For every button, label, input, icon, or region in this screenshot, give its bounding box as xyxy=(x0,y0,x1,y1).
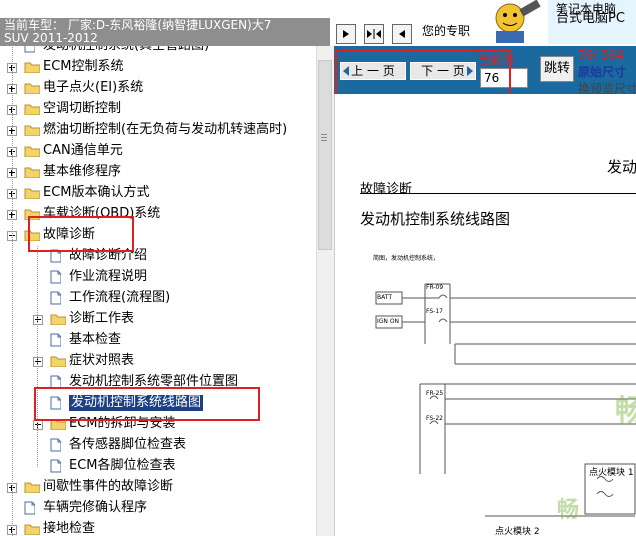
folder-icon xyxy=(24,83,40,94)
document-page: 发动 故障诊断 发动机控制系统线路图 简图，发动机控制系统， BATT IGN … xyxy=(334,94,636,536)
first-page-button[interactable] xyxy=(336,24,356,44)
doc-section-title: 故障诊断 xyxy=(360,182,413,197)
doc-icon xyxy=(50,459,61,473)
tree-item-label: 车辆完修确认程序 xyxy=(43,500,148,515)
tree-item[interactable]: ECM各脚位检查表 xyxy=(0,456,316,477)
folder-icon xyxy=(24,62,40,73)
tree-item[interactable]: 症状对照表 xyxy=(0,351,316,372)
label-fs17: FS-17 xyxy=(426,308,443,315)
mascot-icon xyxy=(495,0,541,43)
tree-item-label: ECM各脚位检查表 xyxy=(69,458,176,473)
tree-panel: 发动机控制系统(真空管路图)ECM控制系统电子点火(EI)系统空调切断控制燃油切… xyxy=(0,0,316,536)
tree-item[interactable]: 间歇性事件的故障诊断 xyxy=(0,477,316,498)
doc-rule xyxy=(360,193,636,194)
tree-item[interactable]: 诊断工作表 xyxy=(0,309,316,330)
folder-icon xyxy=(50,356,66,367)
tree-item-label: 诊断工作表 xyxy=(69,311,135,326)
play-left-icon xyxy=(399,30,405,38)
document-viewer: 您的专职 笔记本电脑 台式电脑PC 上 一 页 下 一 页 当前为 76 跳转 … xyxy=(334,0,636,536)
title-line-2: SUV 2011-2012 xyxy=(4,31,98,45)
tree-item-label: 基本维修程序 xyxy=(43,164,122,179)
tree-item-label: ECM控制系统 xyxy=(43,59,124,74)
watermark-1: 畅 xyxy=(615,394,636,429)
label-ign-on: IGN ON xyxy=(377,318,400,325)
highlight-box-fault-diagnosis xyxy=(28,216,134,252)
wiring-diagram xyxy=(375,283,636,517)
title-bar: 当前车型： 厂家:D-东风裕隆(纳智捷LUXGEN)大7 SUV 2011-20… xyxy=(0,18,330,46)
tree-guide-line xyxy=(12,36,13,536)
label-batt: BATT xyxy=(377,294,392,301)
tree-item-label: CAN通信单元 xyxy=(43,143,123,158)
tree-item[interactable]: 基本维修程序 xyxy=(0,162,316,183)
doc-icon xyxy=(24,501,35,515)
folder-icon xyxy=(24,104,40,115)
tree-item[interactable]: 作业流程说明 xyxy=(0,267,316,288)
play-right-icon xyxy=(343,30,349,38)
tree-item-label: 接地检查 xyxy=(43,521,96,536)
page-count-suffix: 当 xyxy=(627,48,636,62)
tree-item[interactable]: 工作流程(流程图) xyxy=(0,288,316,309)
tree-item[interactable]: 车辆完修确认程序 xyxy=(0,498,316,519)
tree-scrollbar[interactable] xyxy=(316,46,334,536)
watermark-2: 畅 xyxy=(557,498,580,523)
viewer-toolbar: 您的专职 笔记本电脑 台式电脑PC xyxy=(334,0,636,46)
tree-item-label: 空调切断控制 xyxy=(43,101,122,116)
label-ignition-module-1: 点火模块 1 xyxy=(589,468,634,478)
tree-item[interactable]: 空调切断控制 xyxy=(0,99,316,120)
label-fr25: FR-25 xyxy=(426,390,444,397)
folder-icon xyxy=(50,314,66,325)
doc-icon xyxy=(50,333,61,347)
doc-icon xyxy=(50,438,61,452)
tree-guide-line xyxy=(37,246,38,467)
folder-icon xyxy=(24,482,40,493)
doc-header-right: 发动 xyxy=(607,158,636,176)
tree-item[interactable]: CAN通信单元 xyxy=(0,141,316,162)
expand-horizontal-icon xyxy=(367,29,381,39)
tree-item[interactable]: 电子点火(EI)系统 xyxy=(0,78,316,99)
doc-icon xyxy=(50,291,61,305)
tree-item-label: 燃油切断控制(在无负荷与发动机转速高时) xyxy=(43,122,288,137)
page-count-value: 76/ 564 xyxy=(578,48,625,62)
tree-item[interactable]: 燃油切断控制(在无负荷与发动机转速高时) xyxy=(0,120,316,141)
tree-item[interactable]: 各传感器脚位检查表 xyxy=(0,435,316,456)
fit-page-button[interactable] xyxy=(364,24,384,44)
expand-icon[interactable] xyxy=(33,315,43,325)
tree-item-label: 基本检查 xyxy=(69,332,122,347)
tree-item[interactable]: ECM版本确认方式 xyxy=(0,183,316,204)
toolbar-text: 您的专职 xyxy=(422,24,471,38)
expand-icon[interactable] xyxy=(33,357,43,367)
tree-item[interactable]: ECM控制系统 xyxy=(0,57,316,78)
highlight-box-wiring-diagram xyxy=(34,387,260,421)
jump-button[interactable]: 跳转 xyxy=(540,56,574,82)
folder-icon xyxy=(24,188,40,199)
tree-item-label: 工作流程(流程图) xyxy=(69,290,171,305)
doc-note: 简图，发动机控制系统， xyxy=(373,255,440,262)
expand-icon[interactable] xyxy=(33,420,43,430)
tree-item-label: 作业流程说明 xyxy=(69,269,148,284)
tree-item-label: 电子点火(EI)系统 xyxy=(43,80,144,95)
page-count: 76/ 564 当 xyxy=(578,46,636,63)
tree-item-label: 各传感器脚位检查表 xyxy=(69,437,187,452)
original-size-link[interactable]: 原始尺寸 xyxy=(578,63,626,80)
ad-banner[interactable]: 笔记本电脑 台式电脑PC xyxy=(548,0,636,44)
label-fs22: FS-22 xyxy=(426,415,443,422)
folder-icon xyxy=(24,524,40,535)
label-fr09: FR-09 xyxy=(426,284,444,291)
last-page-button[interactable] xyxy=(392,24,412,44)
tree-item-label: ECM版本确认方式 xyxy=(43,185,150,200)
tree-item[interactable]: 基本检查 xyxy=(0,330,316,351)
doc-icon xyxy=(50,270,61,284)
tree-item-label: 症状对照表 xyxy=(69,353,135,368)
folder-icon xyxy=(24,167,40,178)
scrollbar-grip-icon xyxy=(321,134,327,135)
scrollbar-thumb[interactable] xyxy=(318,60,332,250)
tree-item-label: 间歇性事件的故障诊断 xyxy=(43,479,174,494)
label-ignition-module-2: 点火模块 2 xyxy=(495,527,540,536)
ad-line-2: 台式电脑PC xyxy=(556,11,625,26)
folder-icon xyxy=(24,125,40,136)
folder-icon xyxy=(24,146,40,157)
doc-heading: 发动机控制系统线路图 xyxy=(360,210,511,228)
tree-item[interactable]: 接地检查 xyxy=(0,519,316,536)
